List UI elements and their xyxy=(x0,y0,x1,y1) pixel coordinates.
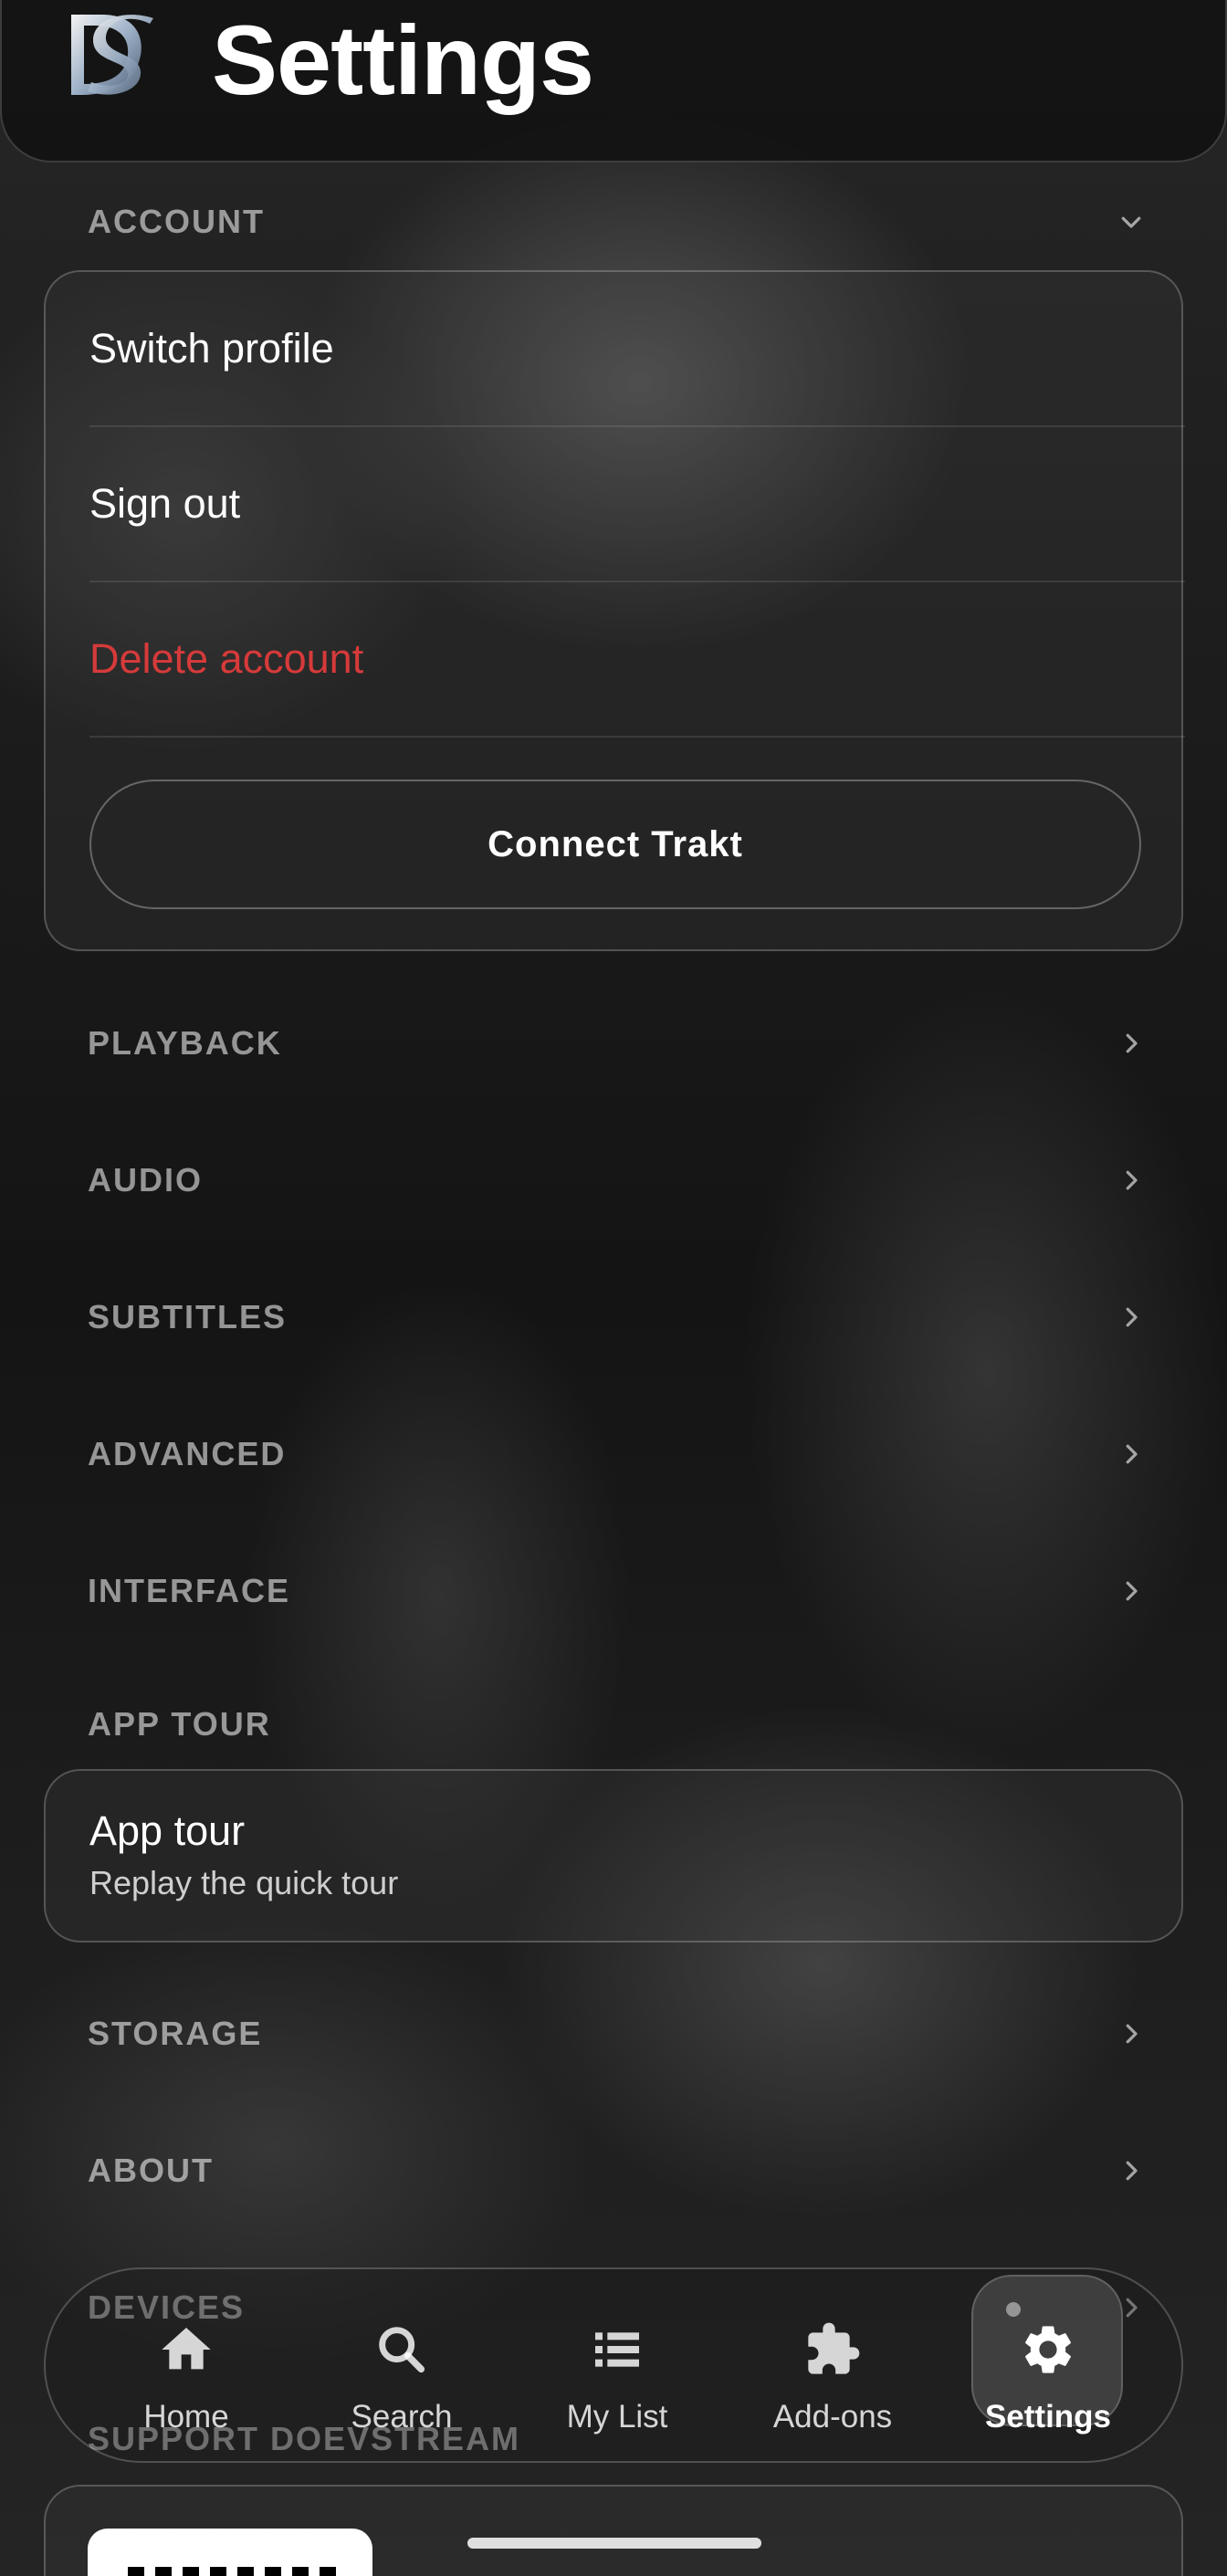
chevron-right-icon xyxy=(1116,1576,1147,1607)
nav-label: Settings xyxy=(984,2399,1112,2435)
row-label: Switch profile xyxy=(89,325,334,372)
section-label: ADVANCED xyxy=(88,1435,287,1472)
section-advanced[interactable]: ADVANCED xyxy=(88,1427,1147,1482)
nav-settings[interactable]: Settings xyxy=(940,2269,1156,2465)
support-card xyxy=(44,2485,1183,2576)
chevron-right-icon xyxy=(1116,2155,1147,2186)
search-icon xyxy=(372,2320,431,2379)
puzzle-icon xyxy=(803,2320,862,2379)
app-tour-subtitle: Replay the quick tour xyxy=(89,1864,399,1901)
gear-icon xyxy=(1019,2320,1077,2379)
chevron-right-icon xyxy=(1116,1302,1147,1333)
nav-label: My List xyxy=(566,2399,668,2435)
section-label: PLAYBACK xyxy=(88,1024,282,1062)
nav-add-ons[interactable]: Add-ons xyxy=(725,2269,940,2465)
app-header: Settings xyxy=(0,0,1227,162)
chevron-right-icon xyxy=(1116,1439,1147,1470)
chevron-right-icon xyxy=(1116,1028,1147,1059)
settings-screen: Settings ACCOUNT Switch profile Sign out… xyxy=(0,0,1227,2576)
bottom-nav: Home Search My List Add-ons Settings xyxy=(44,2267,1183,2463)
account-card: Switch profile Sign out Delete account C… xyxy=(44,270,1185,951)
nav-search[interactable]: Search xyxy=(294,2269,509,2465)
section-label: ABOUT xyxy=(88,2152,214,2189)
section-about[interactable]: ABOUT xyxy=(88,2143,1147,2198)
section-label: APP TOUR xyxy=(88,1705,271,1743)
nav-label: Add-ons xyxy=(772,2399,893,2435)
nav-label: Search xyxy=(351,2399,453,2435)
section-label: AUDIO xyxy=(88,1161,203,1199)
section-subtitles[interactable]: SUBTITLES xyxy=(88,1290,1147,1345)
home-indicator xyxy=(467,2538,761,2549)
chevron-down-icon xyxy=(1116,206,1147,237)
chevron-right-icon xyxy=(1116,2018,1147,2049)
row-label: Delete account xyxy=(89,635,364,682)
section-audio[interactable]: AUDIO xyxy=(88,1153,1147,1208)
qr-code xyxy=(88,2529,372,2576)
delete-account-button[interactable]: Delete account xyxy=(89,582,1185,738)
section-label: STORAGE xyxy=(88,2015,263,2052)
switch-profile-button[interactable]: Switch profile xyxy=(89,272,1185,427)
section-account[interactable]: ACCOUNT xyxy=(88,194,1147,249)
section-label: SUBTITLES xyxy=(88,1298,288,1335)
nav-my-list[interactable]: My List xyxy=(509,2269,725,2465)
nav-home[interactable]: Home xyxy=(79,2269,294,2465)
list-icon xyxy=(588,2320,646,2379)
section-label: INTERFACE xyxy=(88,1572,291,1609)
section-interface[interactable]: INTERFACE xyxy=(88,1564,1147,1618)
connect-trakt-button[interactable]: Connect Trakt xyxy=(89,780,1141,909)
nav-label: Home xyxy=(143,2399,229,2435)
section-app-tour: APP TOUR xyxy=(88,1697,1147,1752)
app-tour-card[interactable]: App tour Replay the quick tour xyxy=(44,1769,1183,1942)
chevron-right-icon xyxy=(1116,1165,1147,1196)
row-label: Sign out xyxy=(89,480,241,527)
app-tour-title: App tour xyxy=(89,1807,246,1854)
page-title: Settings xyxy=(212,5,594,115)
sign-out-button[interactable]: Sign out xyxy=(89,427,1185,582)
section-playback[interactable]: PLAYBACK xyxy=(88,1016,1147,1071)
app-logo xyxy=(55,5,170,108)
section-label: ACCOUNT xyxy=(88,203,265,240)
section-storage[interactable]: STORAGE xyxy=(88,2006,1147,2061)
home-icon xyxy=(157,2320,215,2379)
